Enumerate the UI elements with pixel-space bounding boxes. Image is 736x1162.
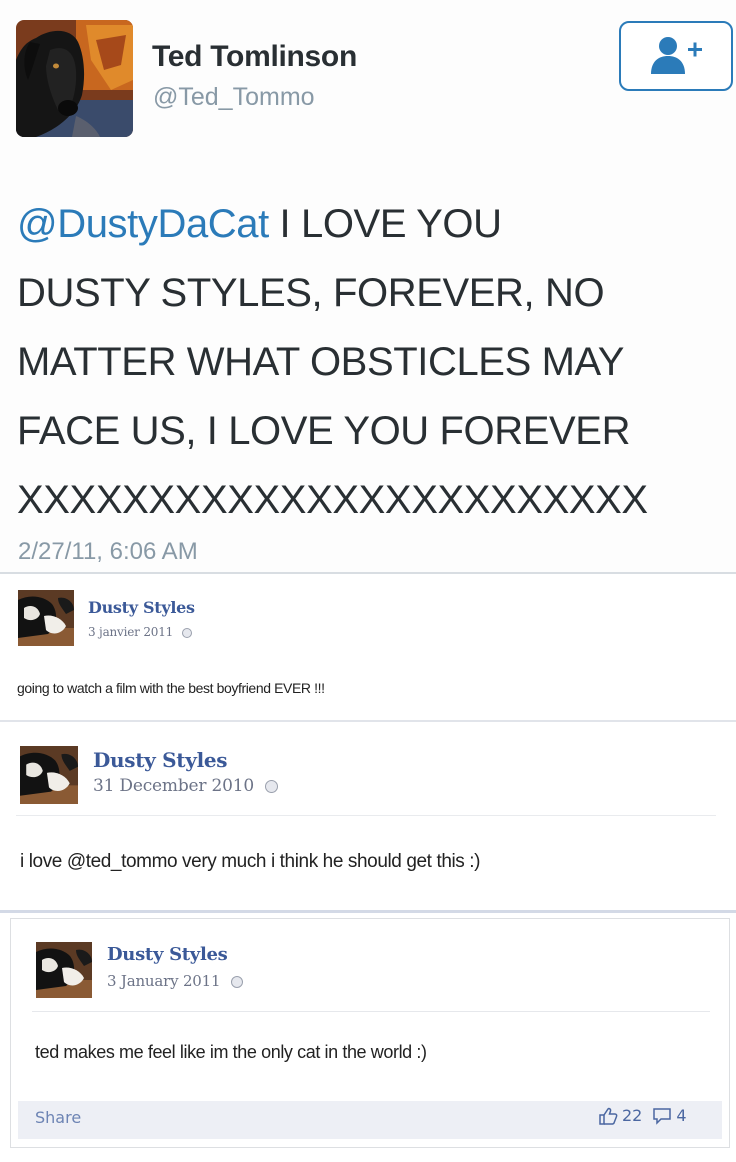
follow-button[interactable] bbox=[619, 21, 733, 91]
facebook-post bbox=[0, 574, 736, 720]
post-author-name[interactable]: Dusty Styles bbox=[93, 748, 228, 772]
tweet-author-name[interactable]: Ted Tomlinson bbox=[152, 40, 357, 74]
globe-icon bbox=[265, 780, 279, 793]
follow-user-plus-icon bbox=[651, 37, 702, 74]
post-date[interactable]: 3 janvier 2011 bbox=[88, 625, 192, 639]
tweet-text-line-5: XXXXXXXXXXXXXXXXXXXXXXXX bbox=[17, 478, 648, 522]
tweet-text: @DustyDaCat I LOVE YOU DUSTY STYLES, FOR… bbox=[17, 190, 732, 535]
tweet-mention-link[interactable]: @DustyDaCat bbox=[17, 202, 269, 246]
post-author-name[interactable]: Dusty Styles bbox=[88, 598, 195, 617]
tweet-timestamp[interactable]: 2/27/11, 6:06 AM bbox=[18, 538, 198, 566]
globe-icon bbox=[181, 627, 192, 638]
comment-count[interactable]: 4 bbox=[676, 1106, 686, 1125]
post-author-name[interactable]: Dusty Styles bbox=[107, 944, 228, 965]
tweet-text-line-2: DUSTY STYLES, FOREVER, NO bbox=[17, 271, 605, 315]
post-date[interactable]: 3 January 2011 bbox=[107, 972, 243, 990]
tweet-author-handle[interactable]: @Ted_Tommo bbox=[153, 83, 315, 112]
post-date[interactable]: 31 December 2010 bbox=[93, 776, 279, 796]
tweet-avatar[interactable] bbox=[16, 20, 133, 137]
post-date-text: 3 January 2011 bbox=[107, 972, 221, 990]
divider bbox=[32, 1011, 710, 1012]
post-message: going to watch a film with the best boyf… bbox=[17, 680, 325, 696]
tweet-text-line-4: FACE US, I LOVE YOU FOREVER bbox=[17, 409, 631, 453]
divider bbox=[16, 815, 716, 816]
tweet-text-line-1: I LOVE YOU bbox=[268, 202, 502, 246]
tweet-text-line-3: MATTER WHAT OBSTICLES MAY bbox=[17, 340, 625, 384]
post-author-avatar[interactable] bbox=[18, 590, 74, 646]
divider bbox=[0, 910, 736, 913]
comment-icon[interactable] bbox=[652, 1107, 672, 1125]
thumbs-up-icon[interactable] bbox=[598, 1107, 618, 1125]
post-counts: 22 4 bbox=[598, 1106, 687, 1125]
share-button[interactable]: Share bbox=[35, 1108, 81, 1127]
post-message: i love @ted_tommo very much i think he s… bbox=[20, 851, 481, 872]
post-date-text: 3 janvier 2011 bbox=[88, 625, 174, 639]
post-message: ted makes me feel like im the only cat i… bbox=[35, 1042, 427, 1062]
post-author-avatar[interactable] bbox=[20, 746, 78, 804]
post-author-avatar[interactable] bbox=[36, 942, 92, 998]
globe-icon bbox=[230, 976, 243, 988]
post-date-text: 31 December 2010 bbox=[93, 776, 254, 796]
like-count[interactable]: 22 bbox=[622, 1106, 642, 1125]
